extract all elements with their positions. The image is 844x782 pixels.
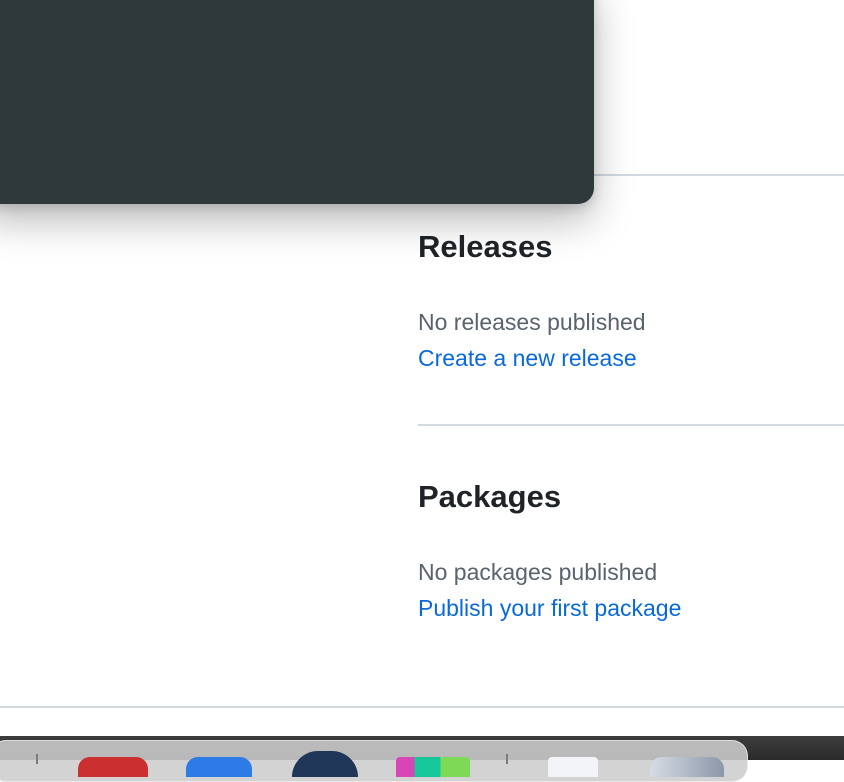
- multicolor-app-icon[interactable]: [396, 757, 470, 777]
- publish-first-package-link[interactable]: Publish your first package: [418, 595, 681, 622]
- releases-empty-text: No releases published: [418, 309, 646, 335]
- document-app-icon[interactable]: [548, 757, 598, 777]
- dark-popover-panel: [0, 0, 594, 204]
- section-divider: [418, 424, 844, 426]
- silver-app-icon[interactable]: [650, 757, 724, 777]
- packages-empty-text: No packages published: [418, 559, 658, 585]
- releases-title: Releases: [418, 229, 553, 264]
- red-app-icon[interactable]: [78, 757, 148, 777]
- dock-separator: [36, 754, 38, 764]
- create-new-release-link[interactable]: Create a new release: [418, 345, 637, 372]
- blue-app-icon[interactable]: [186, 757, 252, 777]
- packages-title: Packages: [418, 479, 562, 514]
- dock-separator: [506, 754, 508, 764]
- page-bottom-divider: [0, 706, 844, 708]
